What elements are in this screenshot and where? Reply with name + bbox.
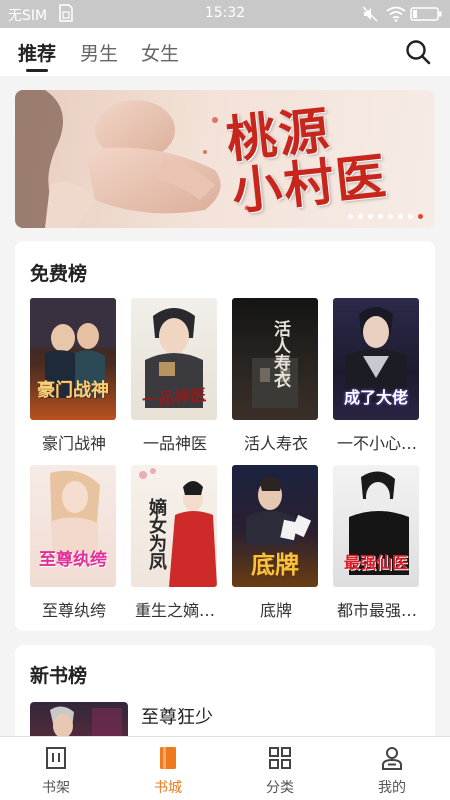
book-item[interactable]: 活人寿衣 活人寿衣 [232,298,320,453]
book-cover[interactable]: 一品神医 [131,298,217,420]
book-title[interactable]: 底牌 [226,597,326,621]
cover-title-text: 至尊纨绔 [39,550,107,570]
book-item[interactable]: 一品神医 一品神医 [131,298,219,453]
search-icon[interactable] [404,38,432,66]
section-title: 新书榜 [30,665,88,687]
bookshelf-icon [46,747,66,769]
top-nav: 推荐 男生 女生 [0,28,450,76]
book-title[interactable]: 重生之嫡… [125,597,225,621]
cover-title-text: 豪门战神 [37,380,109,401]
bookstore-icon [160,747,176,769]
pagination-dot[interactable] [378,214,383,219]
cover-title-text: 底牌 [251,550,299,579]
pagination-dot[interactable] [368,214,373,219]
profile-icon [382,747,402,770]
book-title[interactable]: 都市最强… [327,597,427,621]
book-cover[interactable]: 最强仙医 [333,465,419,587]
cover-title-text: 最强仙医 [343,553,408,572]
book-title[interactable]: 一不小心… [327,430,427,454]
cover-title-text: 嫡女为凤 [146,498,167,570]
banner-title: 桃源 小村医 [224,94,434,221]
book-item[interactable]: 嫡女为凤 重生之嫡… [131,465,219,620]
book-title[interactable]: 至尊狂少 [141,703,213,729]
nav-category[interactable]: 分类 [224,737,336,800]
tab-male[interactable]: 男生 [80,39,118,66]
pagination-dot[interactable] [408,214,413,219]
cover-title-text: 活人寿衣 [270,320,290,388]
book-item[interactable]: 成了大佬 一不小心… [333,298,421,453]
nav-profile[interactable]: 我的 [336,737,448,800]
book-cover[interactable]: 成了大佬 [333,298,419,420]
nav-label: 我的 [378,780,406,796]
banner-pagination [348,214,423,219]
book-cover[interactable]: 底牌 [232,465,318,587]
promo-banner[interactable]: 桃源 小村医 [15,90,435,228]
free-ranking-section: 免费榜 豪门战神 豪门战神 一品神医 一品神医 活人寿衣 活人寿衣 成了大佬 一… [15,241,435,631]
book-item[interactable]: 至尊纨绔 至尊纨绔 [30,465,118,620]
book-title[interactable]: 至尊纨绔 [24,597,124,621]
battery-icon [410,7,442,21]
clock-time: 15:32 [204,5,246,21]
pagination-dot[interactable] [358,214,363,219]
new-ranking-section: 新书榜 至尊狂少 [15,645,435,745]
pagination-dot[interactable] [348,214,353,219]
mute-icon [362,6,378,22]
pagination-dot[interactable] [388,214,393,219]
nav-bookstore[interactable]: 书城 [112,737,224,800]
nav-label: 分类 [266,780,294,796]
pagination-dot-active[interactable] [418,214,423,219]
active-tab-indicator [26,69,48,72]
book-cover[interactable]: 豪门战神 [30,298,116,420]
tab-recommend[interactable]: 推荐 [18,39,56,66]
status-bar: 无SIM 15:32 [0,0,450,28]
book-cover[interactable]: 嫡女为凤 [131,465,217,587]
section-title: 免费榜 [30,263,88,285]
tab-female[interactable]: 女生 [141,39,179,66]
bottom-nav: 书架 书城 分类 我的 [0,736,450,800]
pagination-dot[interactable] [398,214,403,219]
category-grid-icon [269,747,291,769]
book-cover[interactable]: 活人寿衣 [232,298,318,420]
nav-label: 书城 [154,780,182,796]
book-cover[interactable]: 至尊纨绔 [30,465,116,587]
book-item[interactable]: 底牌 底牌 [232,465,320,620]
book-item[interactable]: 最强仙医 都市最强… [333,465,421,620]
wifi-icon [386,6,406,22]
book-title[interactable]: 豪门战神 [24,430,124,454]
cover-title-text: 成了大佬 [343,388,408,407]
book-title[interactable]: 活人寿衣 [226,430,326,454]
book-title[interactable]: 一品神医 [125,430,225,454]
book-item[interactable]: 豪门战神 豪门战神 [30,298,118,453]
nav-bookshelf[interactable]: 书架 [0,737,112,800]
nav-label: 书架 [42,780,70,796]
